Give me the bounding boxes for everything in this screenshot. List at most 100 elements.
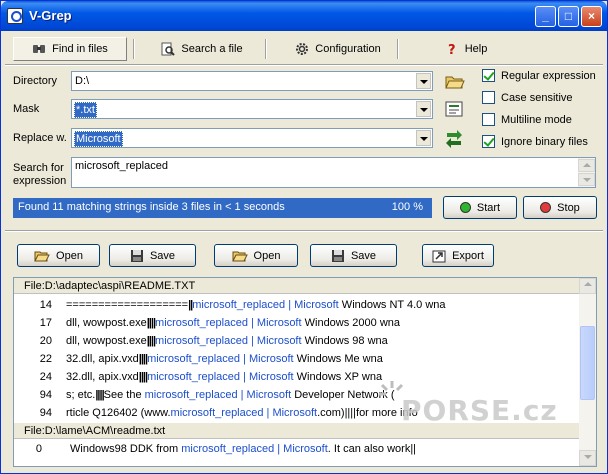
maximize-button[interactable]: □ — [558, 6, 579, 27]
scrollbar-thumb[interactable] — [580, 326, 595, 400]
search-label-line2: expression — [13, 175, 67, 187]
floppy-disk-icon — [331, 249, 344, 262]
tab-configuration[interactable]: Configuration — [279, 37, 397, 61]
search-label-line1: Search for — [13, 162, 64, 174]
mask-options-button[interactable] — [443, 98, 465, 120]
checkbox-box[interactable] — [482, 69, 495, 82]
mask-combobox[interactable]: *.txt — [71, 99, 433, 119]
start-label: Start — [476, 201, 501, 214]
save-button-2[interactable]: Save — [310, 244, 397, 267]
line-text: dll, wowpost.exe||||microsoft_replaced |… — [66, 317, 400, 329]
replace-icon — [446, 130, 462, 148]
tab-label: Help — [464, 43, 488, 55]
tab-help[interactable]: ? Help — [431, 37, 501, 61]
close-button[interactable]: × — [581, 6, 602, 27]
export-button[interactable]: Export — [422, 244, 494, 267]
scroll-up-icon[interactable] — [579, 278, 596, 294]
line-number: 14 — [39, 299, 52, 311]
green-dot-icon — [459, 202, 471, 213]
checkbox-label: Regular expression — [501, 69, 596, 82]
save-button-1[interactable]: Save — [109, 244, 196, 267]
open-button-2[interactable]: Open — [214, 244, 298, 267]
match-text: microsoft_replaced | Microsoft — [147, 353, 294, 365]
line-number: 22 — [39, 353, 52, 365]
text-before: 32.dll, apix.vxd — [66, 371, 139, 383]
open-label: Open — [56, 249, 83, 262]
checkbox-box[interactable] — [482, 91, 495, 104]
multiline-mode-checkbox[interactable]: Multiline mode — [482, 113, 572, 126]
text-after: Windows 2000 wna — [301, 317, 401, 329]
browse-folder-button[interactable] — [443, 70, 465, 92]
status-progress-bar: Found 11 matching strings inside 3 files… — [13, 198, 432, 218]
line-number: 94 — [39, 389, 52, 401]
replace-options-button[interactable] — [443, 127, 465, 149]
stop-label: Stop — [557, 201, 580, 214]
tab-search-a-file[interactable]: Search a file — [145, 37, 259, 61]
tab-label: Search a file — [181, 43, 243, 55]
line-number: 20 — [39, 335, 52, 347]
result-row[interactable]: 20 dll, wowpost.exe||||microsoft_replace… — [14, 332, 580, 350]
minimize-button[interactable]: _ — [535, 6, 556, 27]
start-button[interactable]: Start — [443, 196, 517, 219]
match-text: microsoft_replaced | Microsoft — [147, 371, 294, 383]
result-row[interactable]: 24 32.dll, apix.vxd||||microsoft_replace… — [14, 368, 580, 386]
binoculars-icon — [32, 42, 46, 56]
folder-open-icon — [34, 251, 50, 261]
file-header[interactable]: File:D:\adaptec\aspi\README.TXT — [14, 278, 580, 294]
directory-value: D:\ — [75, 75, 90, 87]
title-bar[interactable]: V-Grep _ □ × — [1, 1, 607, 31]
result-row[interactable]: 17 dll, wowpost.exe||||microsoft_replace… — [14, 314, 580, 332]
checkbox-label: Multiline mode — [501, 113, 572, 126]
line-number: 0 — [35, 443, 42, 455]
regular-expression-checkbox[interactable]: Regular expression — [482, 69, 596, 82]
line-text: s; etc.||||See the microsoft_replaced | … — [66, 389, 395, 401]
line-text: 32.dll, apix.vxd||||microsoft_replaced |… — [66, 371, 382, 383]
stop-button[interactable]: Stop — [523, 196, 597, 219]
text-before: Windows98 DDK from — [70, 443, 182, 455]
floppy-disk-icon — [130, 249, 143, 262]
tab-label: Configuration — [315, 43, 381, 55]
checkbox-box[interactable] — [482, 135, 495, 148]
ignore-binary-files-checkbox[interactable]: Ignore binary files — [482, 135, 588, 148]
replace-label: Replace w. — [13, 132, 67, 144]
tab-separator — [133, 39, 135, 59]
scroll-down-icon[interactable] — [579, 450, 596, 466]
result-row[interactable]: 0 Windows98 DDK from microsoft_replaced … — [14, 440, 580, 458]
export-icon — [432, 250, 446, 262]
case-sensitive-checkbox[interactable]: Case sensitive — [482, 91, 573, 104]
result-row[interactable]: 14 ===================||microsoft_replac… — [14, 296, 580, 314]
replace-value: Microsoft — [74, 131, 123, 147]
filter-icon — [445, 101, 463, 117]
line-number: 24 — [39, 371, 52, 383]
chevron-down-icon[interactable] — [416, 130, 431, 146]
search-scrollbar[interactable] — [578, 158, 595, 187]
open-button-1[interactable]: Open — [17, 244, 100, 267]
line-number: 94 — [39, 407, 52, 419]
checkbox-box[interactable] — [482, 113, 495, 126]
result-row[interactable]: 22 32.dll, apix.vxd||||microsoft_replace… — [14, 350, 580, 368]
directory-combobox[interactable]: D:\ — [71, 71, 433, 91]
results-list[interactable]: File:D:\adaptec\aspi\README.TXT 14 =====… — [13, 277, 597, 467]
search-expression-input[interactable]: microsoft_replaced — [71, 157, 596, 188]
text-before: =================== — [66, 299, 189, 311]
text-before: dll, wowpost.exe — [66, 335, 147, 347]
checkbox-label: Ignore binary files — [501, 135, 588, 148]
scroll-up-icon[interactable] — [578, 159, 595, 172]
chevron-down-icon[interactable] — [416, 101, 431, 117]
results-scrollbar[interactable] — [579, 278, 596, 466]
red-dot-icon — [540, 202, 552, 213]
text-after: Windows Me wna — [293, 353, 383, 365]
status-message: Found 11 matching strings inside 3 files… — [18, 201, 285, 213]
chevron-down-icon[interactable] — [416, 73, 431, 89]
tab-separator — [397, 39, 399, 59]
replace-combobox[interactable]: Microsoft — [71, 128, 433, 148]
text-after: Windows 98 wna — [301, 335, 388, 347]
divider — [5, 64, 603, 66]
tab-find-in-files[interactable]: Find in files — [13, 37, 127, 61]
magnifier-icon — [161, 42, 176, 56]
divider — [5, 230, 603, 232]
scroll-down-icon[interactable] — [578, 173, 595, 186]
text-after: Windows NT 4.0 wna — [338, 299, 446, 311]
line-text: dll, wowpost.exe||||microsoft_replaced |… — [66, 335, 388, 347]
export-label: Export — [452, 249, 484, 262]
